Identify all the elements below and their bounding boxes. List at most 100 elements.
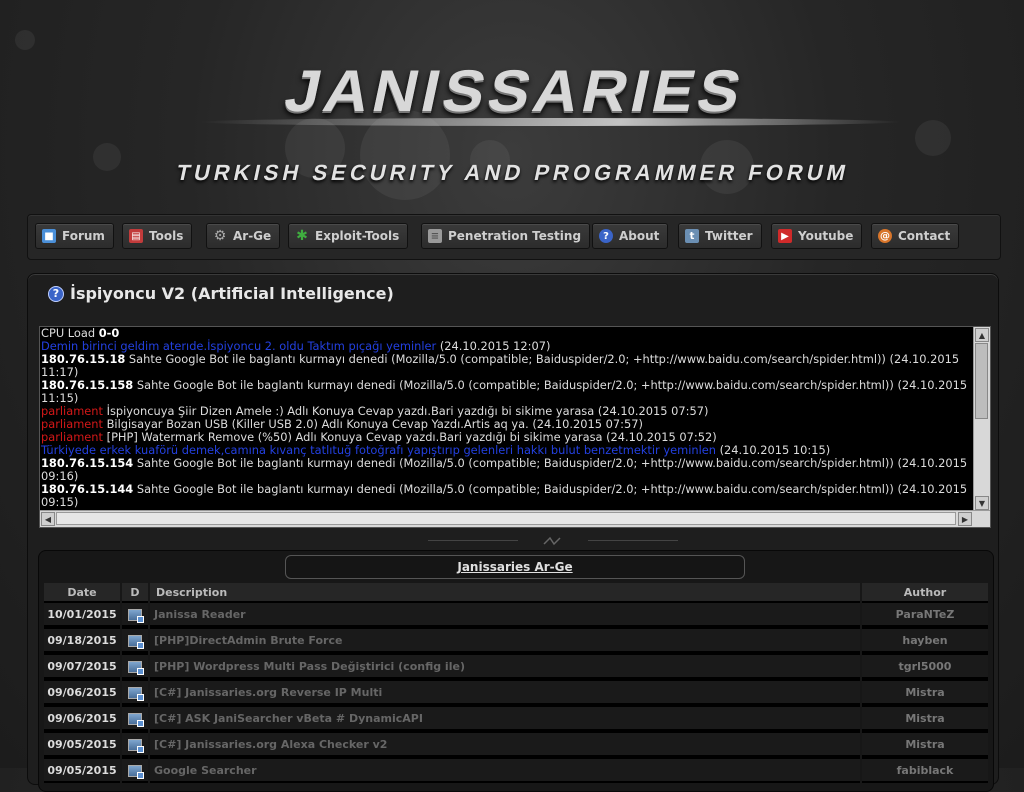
nav-about-label: About — [619, 229, 660, 243]
row-description-link[interactable]: Janissa Reader — [150, 601, 860, 627]
contact-icon: @ — [878, 229, 892, 243]
row-author-link[interactable]: fabiblack — [862, 757, 988, 783]
vertical-scrollbar[interactable]: ▲ ▼ — [973, 327, 990, 511]
arge-table: Date D Description Author 10/01/2015 Jan… — [42, 583, 990, 783]
nav-contact-label: Contact — [898, 229, 951, 243]
nav-youtube-label: Youtube — [798, 229, 854, 243]
log-entry-subject[interactable]: parliament — [41, 417, 103, 431]
row-author-link[interactable]: Mistra — [862, 679, 988, 705]
log-entry-text: [PHP] Watermark Remove (%50) Adlı Konuya… — [103, 430, 717, 444]
document-icon: ≡ — [428, 229, 442, 243]
download-icon[interactable] — [128, 712, 144, 727]
site-logo-title[interactable]: JANISSARIES — [183, 58, 847, 125]
log-entry-subject: 180.76.15.18 — [41, 352, 126, 366]
column-header-description: Description — [150, 583, 860, 601]
nav-forum-label: Forum — [62, 229, 105, 243]
nav-contact-button[interactable]: @ Contact — [871, 223, 960, 249]
nav-exploit-tools-label: Exploit-Tools — [315, 229, 400, 243]
download-icon[interactable] — [128, 686, 144, 701]
download-icon[interactable] — [128, 634, 144, 649]
row-description-link[interactable]: [C#] Janissaries.org Alexa Checker v2 — [150, 731, 860, 757]
help-icon: ? — [599, 229, 613, 243]
toolbox-icon: ▤ — [129, 229, 143, 243]
row-date: 09/06/2015 — [44, 679, 120, 705]
arge-title-link[interactable]: Janissaries Ar-Ge — [457, 560, 572, 574]
nav-youtube-button[interactable]: ▶ Youtube — [771, 223, 863, 249]
nav-arge-label: Ar-Ge — [233, 229, 272, 243]
row-description-link[interactable]: [PHP]DirectAdmin Brute Force — [150, 627, 860, 653]
log-entry-text: Bilgisayar Bozan USB (Killer USB 2.0) Ad… — [103, 417, 643, 431]
arge-title-box: Janissaries Ar-Ge — [285, 555, 745, 579]
forum-icon: ■ — [42, 229, 56, 243]
log-entry-subject[interactable]: parliament — [41, 430, 103, 444]
log-entry-text: Sahte Google Bot ile baglantı kurmayı de… — [41, 352, 960, 379]
gear-icon: ⚙ — [213, 228, 227, 244]
youtube-icon: ▶ — [778, 229, 792, 243]
background-bubble — [915, 120, 951, 156]
panel-header: ? İspiyoncu V2 (Artificial Intelligence) — [48, 284, 394, 303]
nav-tools-label: Tools — [149, 229, 184, 243]
divider-ornament-icon — [543, 536, 561, 546]
table-header-row: Date D Description Author — [44, 583, 988, 601]
table-row: 09/05/2015 Google Searcher fabiblack — [44, 757, 988, 783]
log-entry-subject[interactable]: Demin birinci geldim aterıde.İspiyoncu 2… — [41, 339, 436, 353]
nav-twitter-label: Twitter — [705, 229, 753, 243]
log-entry-subject[interactable]: parliament — [41, 404, 103, 418]
scroll-right-arrow-icon[interactable]: ▶ — [958, 512, 972, 526]
log-entry-text: (24.10.2015 12:07) — [436, 339, 551, 353]
nav-twitter-button[interactable]: t Twitter — [678, 223, 762, 249]
horizontal-scrollbar[interactable]: ◀ ▶ — [40, 510, 990, 527]
table-row: 10/01/2015 Janissa Reader ParaNTeZ — [44, 601, 988, 627]
row-date: 09/05/2015 — [44, 731, 120, 757]
activity-log[interactable]: CPU Load 0-0 Demin birinci geldim aterıd… — [39, 326, 991, 528]
panel-title: İspiyoncu V2 (Artificial Intelligence) — [70, 284, 394, 303]
vertical-scroll-thumb[interactable] — [975, 343, 988, 419]
download-icon[interactable] — [128, 608, 144, 623]
nav-forum-button[interactable]: ■ Forum — [35, 223, 114, 249]
row-author-link[interactable]: Mistra — [862, 705, 988, 731]
download-icon[interactable] — [128, 764, 144, 779]
row-description-link[interactable]: [C#] ASK JaniSearcher vBeta # DynamicAPI — [150, 705, 860, 731]
row-date: 09/18/2015 — [44, 627, 120, 653]
main-panel: ? İspiyoncu V2 (Artificial Intelligence)… — [27, 273, 999, 792]
column-header-date: Date — [44, 583, 120, 601]
nav-arge-button[interactable]: ⚙ Ar-Ge — [206, 223, 281, 249]
scroll-down-arrow-icon[interactable]: ▼ — [975, 496, 989, 510]
nav-penetration-testing-button[interactable]: ≡ Penetration Testing — [421, 223, 591, 249]
horizontal-scroll-thumb[interactable] — [56, 512, 956, 525]
site-logo-subtitle: TURKISH SECURITY AND PROGRAMMER FORUM — [174, 160, 852, 185]
row-description-link[interactable]: [PHP] Wordpress Multi Pass Değiştirici (… — [150, 653, 860, 679]
download-icon[interactable] — [128, 660, 144, 675]
section-divider — [428, 536, 678, 546]
log-entry: 180.76.15.18 Sahte Google Bot ile baglan… — [40, 353, 972, 379]
background-bubble — [15, 30, 35, 50]
table-row: 09/05/2015 [C#] Janissaries.org Alexa Ch… — [44, 731, 988, 757]
table-row: 09/06/2015 [C#] Janissaries.org Reverse … — [44, 679, 988, 705]
background-bubble — [93, 143, 121, 171]
nav-exploit-tools-button[interactable]: ✱ Exploit-Tools — [288, 223, 409, 249]
nav-tools-button[interactable]: ▤ Tools — [122, 223, 193, 249]
row-date: 09/06/2015 — [44, 705, 120, 731]
row-author-link[interactable]: Mistra — [862, 731, 988, 757]
download-icon[interactable] — [128, 738, 144, 753]
column-header-d: D — [122, 583, 148, 601]
table-row: 09/06/2015 [C#] ASK JaniSearcher vBeta #… — [44, 705, 988, 731]
activity-log-content: CPU Load 0-0 Demin birinci geldim aterıd… — [40, 327, 972, 511]
row-author-link[interactable]: ParaNTeZ — [862, 601, 988, 627]
scroll-left-arrow-icon[interactable]: ◀ — [41, 512, 55, 526]
scroll-up-arrow-icon[interactable]: ▲ — [975, 328, 989, 342]
nav-about-button[interactable]: ? About — [592, 223, 669, 249]
row-description-link[interactable]: Google Searcher — [150, 757, 860, 783]
row-author-link[interactable]: tgrl5000 — [862, 653, 988, 679]
row-description-link[interactable]: [C#] Janissaries.org Reverse IP Multi — [150, 679, 860, 705]
log-entry: 180.76.15.154 Sahte Google Bot ile bagla… — [40, 457, 972, 483]
logo-swoosh — [198, 118, 902, 126]
row-author-link[interactable]: hayben — [862, 627, 988, 653]
table-row: 09/18/2015 [PHP]DirectAdmin Brute Force … — [44, 627, 988, 653]
row-date: 09/05/2015 — [44, 757, 120, 783]
log-entry-subject: 180.76.15.144 — [41, 482, 134, 496]
arge-panel: Janissaries Ar-Ge Date D Description Aut… — [38, 550, 994, 792]
log-entry-subject[interactable]: Türkiyede erkek kuaförü demek,camına kıv… — [41, 443, 716, 457]
row-date: 10/01/2015 — [44, 601, 120, 627]
puzzle-icon: ✱ — [296, 228, 308, 244]
